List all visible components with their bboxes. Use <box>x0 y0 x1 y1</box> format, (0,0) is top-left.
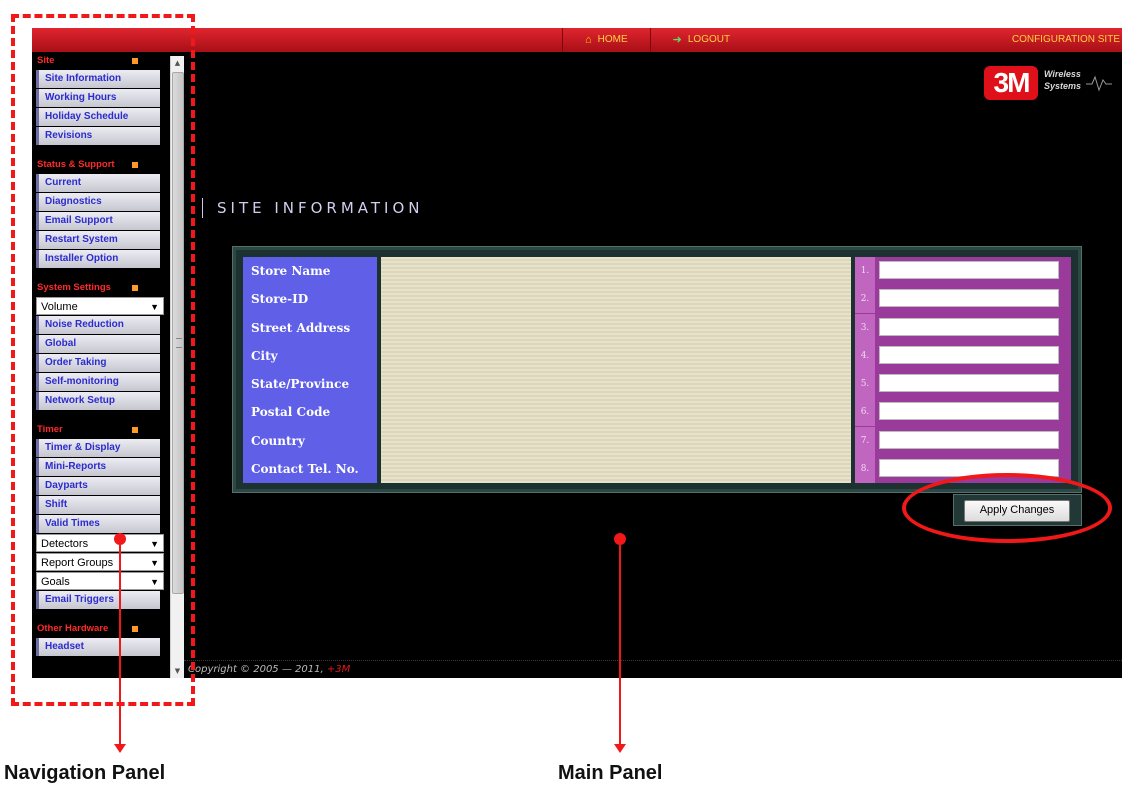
apply-changes-highlight <box>902 473 1112 543</box>
field-label-city: City <box>251 348 278 363</box>
home-link[interactable]: ⌂ Home <box>562 28 650 52</box>
row-number: 6. <box>855 398 875 427</box>
input-row: 1. <box>855 257 1071 285</box>
row-number: 4. <box>855 341 875 370</box>
field-label-store-id: Store-ID <box>251 292 309 307</box>
main-pointer-dot <box>614 533 626 545</box>
top-nav: ⌂ Home ➜ Logout <box>562 28 752 52</box>
row-number: 2. <box>855 285 875 314</box>
navigation-panel-highlight <box>11 14 195 706</box>
home-icon: ⌂ <box>585 34 592 46</box>
nav-panel-label: Navigation Panel <box>4 762 166 784</box>
nav-pointer-dot <box>114 533 126 545</box>
field-label-postal-code: Postal Code <box>251 405 331 420</box>
input-row: 6. <box>855 398 1071 427</box>
field-label-state-province: State/Province <box>251 377 350 391</box>
logout-icon: ➜ <box>672 34 682 46</box>
copyright-text: Copyright © 2005 — 2011, <box>188 664 327 675</box>
wave-icon <box>1086 75 1112 92</box>
numbered-inputs: 1. 2. 3. 4. 5. 6. 7. 8. <box>855 257 1071 483</box>
field-input-postal-code[interactable] <box>879 402 1059 421</box>
row-number: 8. <box>855 454 875 483</box>
field-input-store-id[interactable] <box>879 289 1059 308</box>
top-bar: ⌂ Home ➜ Logout Configuration Site <box>32 28 1122 52</box>
site-title: Configuration Site <box>1011 34 1120 45</box>
row-number: 3. <box>855 313 875 342</box>
row-number: 1. <box>855 257 875 285</box>
row-number: 5. <box>855 370 875 398</box>
field-labels: Store Name Store-ID Street Address City Stat… <box>243 257 377 483</box>
row-number: 7. <box>855 426 875 455</box>
nav-pointer-line <box>119 545 121 745</box>
brand-logo: 3M Wireless Systems <box>984 66 1114 102</box>
field-input-store-name[interactable] <box>879 261 1059 279</box>
field-input-street-address[interactable] <box>879 317 1059 336</box>
footer: Copyright © 2005 — 2011, +3M <box>184 660 1122 678</box>
browser-window: ⌂ Home ➜ Logout Configuration Site Site S… <box>32 28 1122 678</box>
field-label-country: Country <box>251 433 305 448</box>
main-pointer-line <box>619 545 621 745</box>
input-row: 3. <box>855 313 1071 342</box>
footer-brand: +3M <box>326 664 351 675</box>
logout-link[interactable]: ➜ Logout <box>649 28 752 52</box>
input-row: 4. <box>855 341 1071 370</box>
field-input-country[interactable] <box>879 430 1059 449</box>
input-row: 2. <box>855 285 1071 314</box>
field-label-contact-tel-no: Contact Tel. No. <box>251 461 359 476</box>
input-row: 7. <box>855 426 1071 455</box>
input-row: 5. <box>855 370 1071 398</box>
main-panel-label: Main Panel <box>558 762 663 784</box>
main-arrow-icon <box>614 744 626 753</box>
site-info-form: Store Name Store-ID Street Address City Stat… <box>232 246 1082 493</box>
home-label: Home <box>597 34 628 45</box>
nav-arrow-icon <box>114 744 126 753</box>
field-input-state-province[interactable] <box>879 374 1059 392</box>
field-input-city[interactable] <box>879 345 1059 364</box>
logo-text: Wireless Systems <box>1044 69 1082 91</box>
logo-mark: 3M <box>984 66 1038 100</box>
logout-label: Logout <box>687 34 731 45</box>
field-label-street-address: Street Address <box>251 320 351 335</box>
field-label-store-name: Store Name <box>251 264 331 278</box>
value-panel <box>381 257 851 483</box>
page-title: SITE INFORMATION <box>202 198 424 218</box>
